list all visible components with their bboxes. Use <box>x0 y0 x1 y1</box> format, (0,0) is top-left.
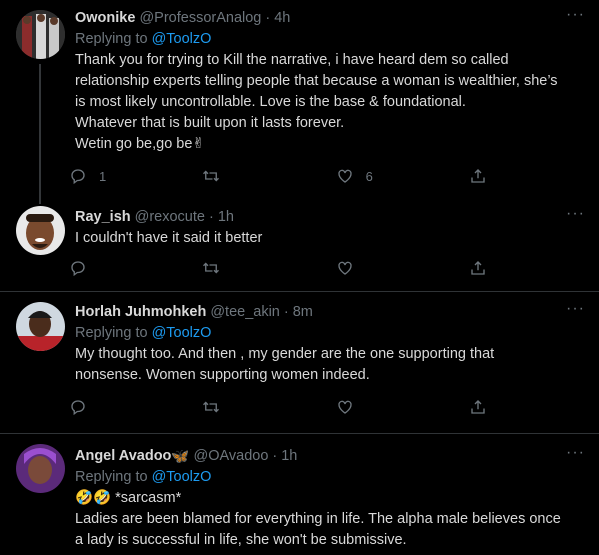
replying-prefix: Replying to <box>75 31 148 47</box>
like-icon <box>337 169 352 183</box>
action-bar: 1 6 <box>69 157 499 195</box>
retweet-icon <box>203 262 220 274</box>
replying-to: Replying to @ToolzO <box>75 467 587 487</box>
tweet[interactable]: ··· Horlah Juhmohkeh @tee_akin · 8m Repl… <box>0 291 599 433</box>
timestamp[interactable]: 8m <box>293 304 313 320</box>
tweet-text-line: My thought too. And then , my gender are… <box>75 346 495 362</box>
share-button[interactable] <box>469 398 499 416</box>
retweet-button[interactable] <box>202 398 335 416</box>
tweet-text-line: I couldn't have it said it better <box>75 230 263 246</box>
like-icon <box>337 261 352 275</box>
avatar[interactable] <box>16 206 65 255</box>
more-icon[interactable]: ··· <box>566 7 585 23</box>
timestamp[interactable]: 4h <box>274 10 290 26</box>
share-icon <box>471 261 485 275</box>
separator-dot: · <box>265 10 271 26</box>
avatar[interactable] <box>16 444 65 493</box>
action-bar <box>69 249 499 287</box>
tweet-text-line: 🤣🤣 *sarcasm* <box>75 490 182 506</box>
reply-icon <box>71 400 85 416</box>
tweet[interactable]: ··· Angel Avadoo 🦋 @OAvadoo · 1h Replyin… <box>0 433 599 555</box>
separator-dot: · <box>272 448 278 464</box>
tweet-header: Ray_ish @rexocute · 1h <box>75 207 587 227</box>
reply-button[interactable] <box>69 259 202 277</box>
more-icon[interactable]: ··· <box>566 206 585 222</box>
replying-to-link[interactable]: @ToolzO <box>152 31 212 47</box>
like-button[interactable] <box>336 398 469 416</box>
tweet-text: 🤣🤣 *sarcasm* Ladies are been blamed for … <box>75 488 587 551</box>
replying-to: Replying to @ToolzO <box>75 29 587 49</box>
like-icon <box>337 400 352 414</box>
thread-line <box>39 64 41 204</box>
reply-icon <box>71 169 85 185</box>
tweet-text: I couldn't have it said it better <box>75 228 587 249</box>
replying-to: Replying to @ToolzO <box>75 323 587 343</box>
reply-count: 1 <box>99 168 107 184</box>
handle[interactable]: @rexocute <box>135 209 205 225</box>
action-bar <box>69 388 499 426</box>
tweet-text-line: Ladies are been blamed for everything in… <box>75 511 561 527</box>
avatar[interactable] <box>16 302 65 351</box>
replying-to-link[interactable]: @ToolzO <box>152 325 212 341</box>
display-name[interactable]: Ray_ish <box>75 209 131 225</box>
replying-prefix: Replying to <box>75 469 148 485</box>
timestamp[interactable]: 1h <box>218 209 234 225</box>
tweet-text-line: relationship experts telling people that… <box>75 73 558 89</box>
like-count: 6 <box>365 168 373 184</box>
handle[interactable]: @ProfessorAnalog <box>139 10 261 26</box>
tweet[interactable]: ··· Owonike @ProfessorAnalog · 4h Replyi… <box>0 0 599 204</box>
display-name[interactable]: Horlah Juhmohkeh <box>75 304 206 320</box>
tweet-header: Angel Avadoo 🦋 @OAvadoo · 1h <box>75 446 587 466</box>
replying-to-link[interactable]: @ToolzO <box>152 469 212 485</box>
share-button[interactable] <box>469 259 499 277</box>
retweet-icon <box>203 401 220 413</box>
separator-dot: · <box>208 209 214 225</box>
tweet-text-line: Wetin go be,go be✌ <box>75 136 205 152</box>
display-name[interactable]: Owonike <box>75 10 135 26</box>
more-icon[interactable]: ··· <box>566 301 585 317</box>
tweet-header: Owonike @ProfessorAnalog · 4h <box>75 8 587 28</box>
tweet-text: Thank you for trying to Kill the narrati… <box>75 50 587 155</box>
retweet-icon <box>203 170 220 182</box>
tweet-text-line: nonsense. Women supporting women indeed. <box>75 367 370 383</box>
handle[interactable]: @tee_akin <box>210 304 280 320</box>
tweet-text-line: Thank you for trying to Kill the narrati… <box>75 52 509 68</box>
replying-prefix: Replying to <box>75 325 148 341</box>
tweet-text: My thought too. And then , my gender are… <box>75 344 587 386</box>
timestamp[interactable]: 1h <box>281 448 297 464</box>
avatar[interactable] <box>16 10 65 59</box>
butterfly-icon: 🦋 <box>171 448 190 465</box>
display-name[interactable]: Angel Avadoo <box>75 448 171 464</box>
like-button[interactable]: 6 <box>336 167 469 185</box>
reply-button[interactable] <box>69 398 202 416</box>
reply-icon <box>71 261 85 277</box>
handle[interactable]: @OAvadoo <box>193 448 268 464</box>
retweet-button[interactable] <box>202 167 335 185</box>
more-icon[interactable]: ··· <box>566 445 585 461</box>
separator-dot: · <box>283 304 289 320</box>
tweet[interactable]: ··· Ray_ish @rexocute · 1h I couldn't ha… <box>0 195 599 291</box>
share-icon <box>471 400 485 414</box>
retweet-button[interactable] <box>202 259 335 277</box>
tweet-text-line: a lady is successful in life, she won't … <box>75 532 407 548</box>
tweet-text-line: Whatever that is built upon it lasts for… <box>75 115 345 131</box>
reply-button[interactable]: 1 <box>69 167 202 185</box>
share-button[interactable] <box>469 167 499 185</box>
share-icon <box>471 169 485 183</box>
like-button[interactable] <box>336 259 469 277</box>
tweet-header: Horlah Juhmohkeh @tee_akin · 8m <box>75 302 587 322</box>
tweet-text-line: is most likely uncontrollable. Love is t… <box>75 94 466 110</box>
